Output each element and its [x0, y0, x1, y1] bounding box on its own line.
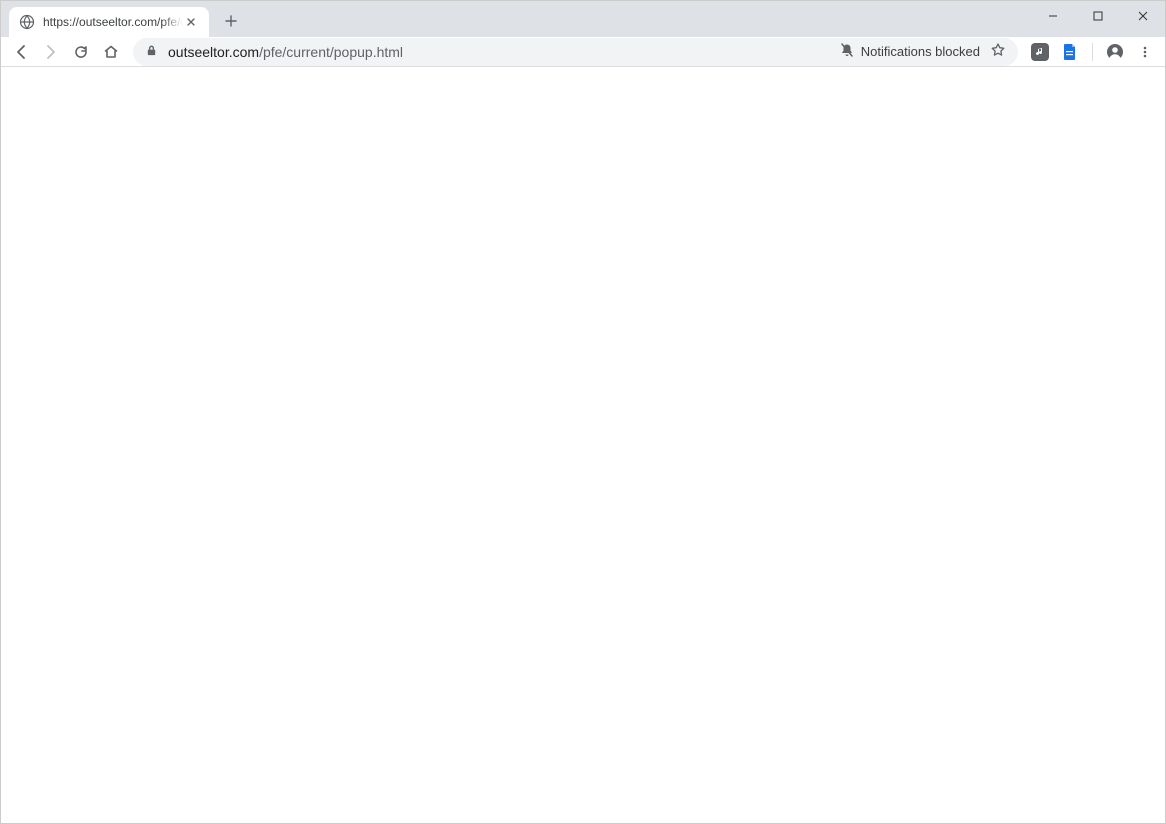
- back-button[interactable]: [7, 38, 35, 66]
- forward-button[interactable]: [37, 38, 65, 66]
- notifications-blocked-indicator[interactable]: Notifications blocked: [839, 42, 980, 61]
- titlebar: https://outseeltor.com/pfe/current/popup…: [1, 1, 1165, 37]
- new-tab-button[interactable]: [217, 7, 245, 35]
- music-extension-icon: [1031, 43, 1049, 61]
- url-path: /pfe/current/popup.html: [259, 44, 403, 60]
- profile-button[interactable]: [1103, 40, 1127, 64]
- browser-tab[interactable]: https://outseeltor.com/pfe/current/popup…: [9, 7, 209, 37]
- globe-icon: [19, 14, 35, 30]
- reload-button[interactable]: [67, 38, 95, 66]
- url-domain: outseeltor.com: [168, 44, 259, 60]
- extension-icon-1[interactable]: [1028, 40, 1052, 64]
- toolbar: outseeltor.com/pfe/current/popup.html No…: [1, 37, 1165, 67]
- bookmark-star-button[interactable]: [990, 42, 1006, 61]
- menu-button[interactable]: [1133, 40, 1157, 64]
- tab-strip: https://outseeltor.com/pfe/current/popup…: [1, 1, 245, 37]
- url-text: outseeltor.com/pfe/current/popup.html: [168, 44, 839, 60]
- toolbar-right: [1028, 40, 1159, 64]
- tab-title: https://outseeltor.com/pfe/current/popup…: [43, 15, 183, 29]
- lock-icon[interactable]: [145, 44, 158, 60]
- tab-close-button[interactable]: [183, 14, 199, 30]
- address-bar[interactable]: outseeltor.com/pfe/current/popup.html No…: [133, 38, 1018, 66]
- extension-icon-2[interactable]: [1058, 40, 1082, 64]
- home-button[interactable]: [97, 38, 125, 66]
- toolbar-separator: [1092, 43, 1093, 61]
- minimize-button[interactable]: [1030, 1, 1075, 31]
- window-controls: [1030, 1, 1165, 31]
- page-content: [1, 67, 1165, 823]
- notifications-blocked-label: Notifications blocked: [861, 44, 980, 59]
- omnibox-actions: Notifications blocked: [839, 42, 1006, 61]
- maximize-button[interactable]: [1075, 1, 1120, 31]
- notification-off-icon: [839, 42, 855, 61]
- document-extension-icon: [1062, 43, 1078, 61]
- window-close-button[interactable]: [1120, 1, 1165, 31]
